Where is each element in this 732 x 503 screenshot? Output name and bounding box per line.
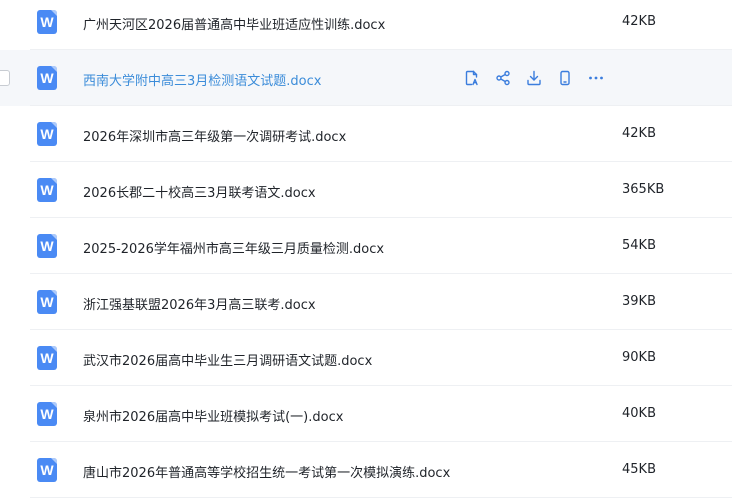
file-name[interactable]: 广州天河区2026届普通高中毕业班适应性训练.docx (83, 14, 385, 33)
download-icon (527, 70, 541, 86)
file-name[interactable]: 泉州市2026届高中毕业班模拟考试(一).docx (83, 406, 343, 425)
file-size: 42KB (622, 126, 656, 141)
file-row[interactable]: W 广州天河区2026届普通高中毕业班适应性训练.docx 42KB (0, 0, 732, 50)
file-name[interactable]: 武汉市2026届高中毕业生三月调研语文试题.docx (83, 350, 372, 369)
file-size: 45KB (622, 462, 656, 477)
file-size: 42KB (622, 14, 656, 29)
file-row[interactable]: W 2026长郡二十校高三3月联考语文.docx 365KB (0, 162, 732, 218)
open-preview-button[interactable] (462, 68, 482, 88)
file-row-hovered[interactable]: W 西南大学附中高三3月检测语文试题.docx (0, 50, 732, 106)
file-row[interactable]: W 浙江强基联盟2026年3月高三联考.docx 39KB (0, 274, 732, 330)
file-name[interactable]: 2025-2026学年福州市高三年级三月质量检测.docx (83, 238, 384, 257)
file-size: 40KB (622, 406, 656, 421)
file-name[interactable]: 西南大学附中高三3月检测语文试题.docx (83, 70, 321, 89)
file-row[interactable]: W 2026年深圳市高三年级第一次调研考试.docx 42KB (0, 106, 732, 162)
file-row[interactable]: W 武汉市2026届高中毕业生三月调研语文试题.docx 90KB (0, 330, 732, 386)
file-size: 39KB (622, 294, 656, 309)
file-list: W 广州天河区2026届普通高中毕业班适应性训练.docx 42KB W 西南大… (0, 0, 732, 503)
file-name[interactable]: 2026长郡二十校高三3月联考语文.docx (83, 182, 316, 201)
download-button[interactable] (524, 68, 544, 88)
word-doc-icon: W (37, 290, 57, 314)
word-doc-icon: W (37, 234, 57, 258)
word-doc-icon: W (37, 178, 57, 202)
row-divider (30, 497, 732, 498)
file-size: 54KB (622, 238, 656, 253)
more-icon (589, 76, 603, 80)
file-size: 365KB (622, 182, 665, 197)
word-doc-icon: W (37, 346, 57, 370)
word-doc-icon: W (37, 458, 57, 482)
file-size: 90KB (622, 350, 656, 365)
send-to-mobile-button[interactable] (555, 68, 575, 88)
word-doc-icon: W (37, 66, 57, 90)
row-actions (462, 50, 617, 106)
file-row[interactable]: W 唐山市2026年普通高等学校招生统一考试第一次模拟演练.docx 45KB (0, 442, 732, 498)
share-button[interactable] (493, 68, 513, 88)
word-doc-icon: W (37, 122, 57, 146)
file-name[interactable]: 浙江强基联盟2026年3月高三联考.docx (83, 294, 316, 313)
share-icon (496, 70, 510, 86)
row-checkbox[interactable] (0, 70, 10, 86)
file-name[interactable]: 唐山市2026年普通高等学校招生统一考试第一次模拟演练.docx (83, 462, 450, 481)
file-row[interactable]: W 泉州市2026届高中毕业班模拟考试(一).docx 40KB (0, 386, 732, 442)
file-name[interactable]: 2026年深圳市高三年级第一次调研考试.docx (83, 126, 346, 145)
more-button[interactable] (586, 68, 606, 88)
open-preview-icon (465, 70, 478, 86)
mobile-icon (560, 70, 570, 86)
word-doc-icon: W (37, 402, 57, 426)
file-row[interactable]: W 2025-2026学年福州市高三年级三月质量检测.docx 54KB (0, 218, 732, 274)
word-doc-icon: W (37, 10, 57, 34)
